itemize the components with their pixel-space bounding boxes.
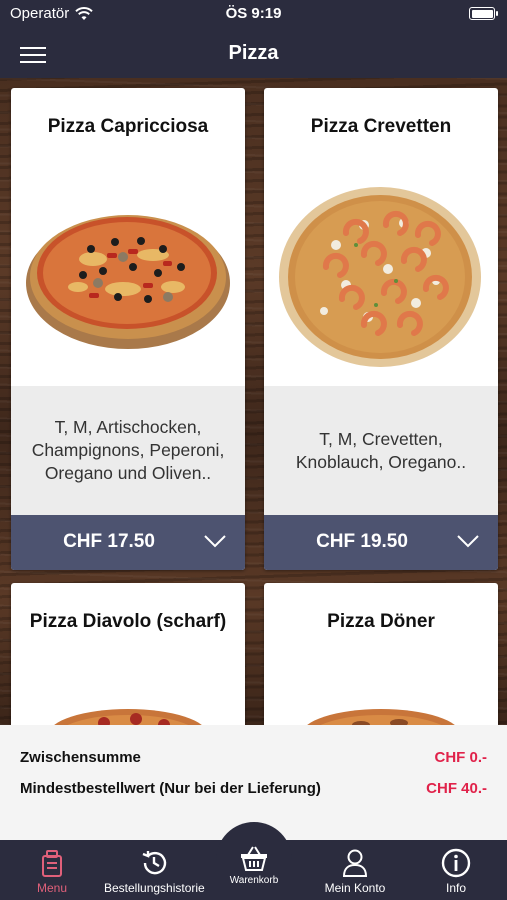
product-image [11,168,245,386]
subtotal-value: CHF 0.- [434,749,488,766]
pizza-doner-image [307,709,455,725]
minimum-order-row: Mindestbestellwert (Nur bei der Lieferun… [20,780,487,797]
app-header: Pizza [0,30,507,78]
tab-order-history[interactable]: Bestellungshistorie [104,840,205,900]
product-description: T, M, Crevetten, Knoblauch, Oregano.. [264,386,498,515]
product-name: Pizza Diavolo (scharf) [29,611,227,632]
product-price: CHF 19.50 [316,531,408,552]
menu-card-icon [42,850,62,877]
product-name: Pizza Crevetten [310,116,452,137]
product-card[interactable]: Pizza Diavolo (scharf) [11,583,245,725]
tab-cart[interactable]: Warenkorb [216,838,292,898]
tab-my-account[interactable]: Mein Konto [310,840,400,900]
tab-cart-label: Warenkorb [229,875,279,886]
status-bar: Operatör ÖS 9:19 [0,0,507,30]
chevron-down-icon[interactable] [203,533,227,549]
product-card[interactable]: Pizza Crevetten T, M, Crevetten, Knoblau… [264,88,498,570]
product-price: CHF 17.50 [63,531,155,552]
product-grid: Pizza Capricciosa T, M, Artischocken, Ch… [0,78,507,725]
user-icon [342,849,368,877]
info-icon [441,848,471,878]
status-time: ÖS 9:19 [225,5,282,22]
price-bar[interactable]: CHF 19.50 [264,515,498,570]
product-description: T, M, Artischocken, Champignons, Peperon… [11,386,245,515]
product-card[interactable]: Pizza Capricciosa T, M, Artischocken, Ch… [11,88,245,570]
chevron-down-icon[interactable] [456,533,480,549]
page-title: Pizza [228,42,279,64]
product-card[interactable]: Pizza Döner [264,583,498,725]
product-name: Pizza Capricciosa [47,116,209,137]
product-image [264,168,498,386]
basket-icon [241,846,267,871]
product-image [299,695,463,725]
subtotal-row: Zwischensumme CHF 0.- [20,749,487,766]
tab-info[interactable]: Info [418,840,494,900]
pizza-capricciosa-image [26,215,230,349]
battery-icon [469,7,498,20]
pizza-crevetten-image [279,186,481,367]
subtotal-label: Zwischensumme [20,749,141,766]
tab-info-label: Info [445,881,466,895]
pizza-diavolo-image [54,709,202,725]
tab-menu-label: Menu [36,881,68,895]
tab-order-history-label: Bestellungshistorie [104,881,205,895]
tab-my-account-label: Mein Konto [324,881,386,895]
product-image [46,695,210,725]
tab-menu[interactable]: Menu [14,840,90,900]
price-bar[interactable]: CHF 17.50 [11,515,245,570]
history-icon [142,851,167,875]
minimum-order-value: CHF 40.- [426,780,487,797]
minimum-order-label: Mindestbestellwert (Nur bei der Lieferun… [20,780,321,797]
product-name: Pizza Döner [327,611,435,632]
